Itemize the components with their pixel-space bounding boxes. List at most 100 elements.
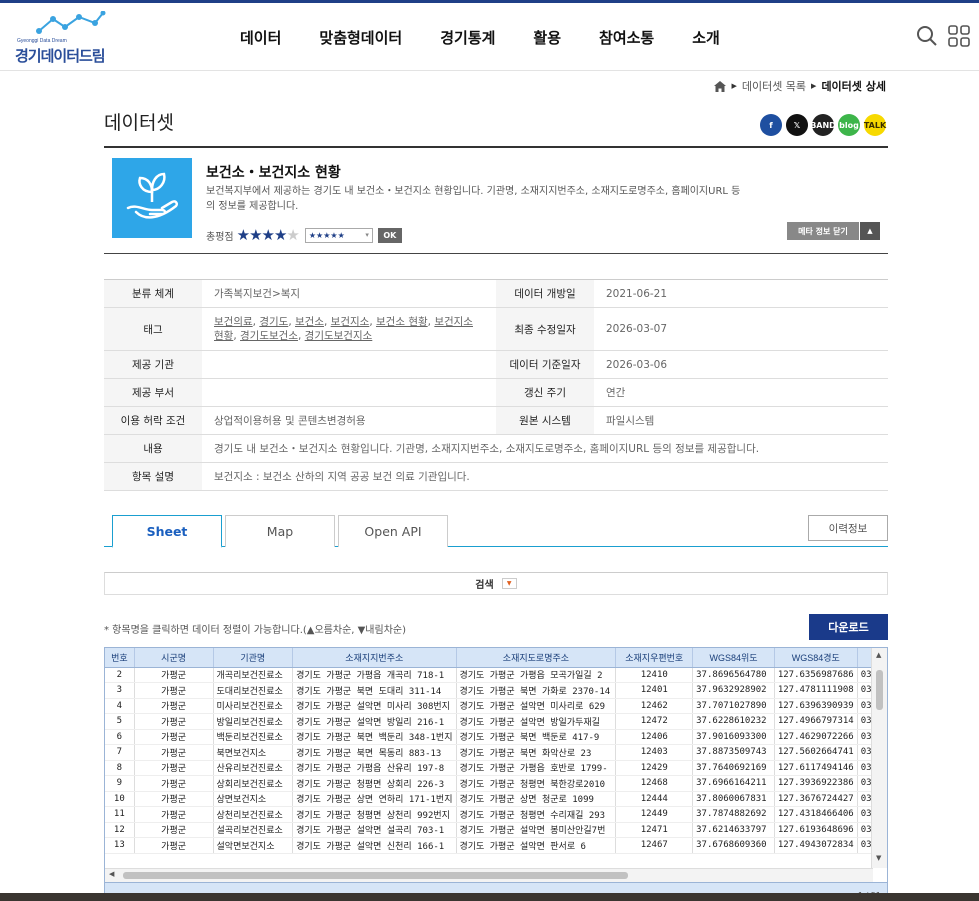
info-category: 가족복지보건>복지 <box>202 279 496 308</box>
table-row[interactable]: 7 가평군 북면보건지소 경기도 가평군 북면 목동리 883-13 경기도 가평군 북… <box>105 744 887 761</box>
grid-cell: 백둔리보건진료소 <box>213 729 294 745</box>
scroll-up-icon[interactable]: ▲ <box>876 651 881 659</box>
table-row[interactable]: 4 가평군 미사리보건진료소 경기도 가평군 설악면 미사리 308번지 경기도 가평군… <box>105 698 887 714</box>
menu-statistics[interactable]: 경기통계 <box>440 27 495 48</box>
star-icon: ★ <box>236 226 250 244</box>
info-header: 내용 <box>104 434 202 463</box>
scroll-thumb[interactable] <box>876 670 883 710</box>
tag-link[interactable]: 경기도 <box>259 316 288 328</box>
blog-icon[interactable]: blog <box>838 114 860 136</box>
grid-column-header[interactable]: 소재지도로명주소 <box>456 648 617 668</box>
grid-cell: 설곡리보건진료소 <box>213 822 294 838</box>
download-button[interactable]: 다운로드 <box>809 614 888 640</box>
grid-cell: 경기도 가평군 북면 가화로 2370-14 <box>456 682 617 699</box>
rating-ok-button[interactable]: OK <box>377 227 402 243</box>
table-row[interactable]: 2 가평군 개곡리보건진료소 경기도 가평군 가평읍 개곡리 718-1 경기도 가평군… <box>105 667 887 683</box>
info-header: 데이터 개방일 <box>496 279 594 308</box>
table-row[interactable]: 9 가평군 상회리보건진료소 경기도 가평군 청평면 상회리 226-3 경기도 가평군… <box>105 775 887 792</box>
tab-open-api[interactable]: Open API <box>338 515 448 547</box>
grid-cell: 37.6228610232 <box>692 713 775 730</box>
rating-row: 총평점 ★★★★★ ★★★★★ ▾ OK <box>206 226 402 244</box>
table-row[interactable]: 10 가평군 상면보건지소 경기도 가평군 상면 연하리 171-1번지 경기도 가평군… <box>105 791 887 807</box>
chevron-down-icon[interactable]: ▼ <box>501 578 517 589</box>
info-header: 갱신 주기 <box>496 378 594 407</box>
tag-link[interactable]: 경기도보건지소 <box>305 330 373 342</box>
history-button[interactable]: 이력정보 <box>808 515 888 541</box>
info-open-date: 2021-06-21 <box>594 279 888 308</box>
info-header: 제공 기관 <box>104 350 202 379</box>
grid-cell: 12 <box>105 822 135 838</box>
grid-cell: 경기도 가평군 가평읍 개곡리 718-1 <box>292 667 457 683</box>
kakaotalk-icon[interactable]: TALK <box>864 114 886 136</box>
table-row[interactable]: 3 가평군 도대리보건진료소 경기도 가평군 북면 도대리 311-14 경기도 가평군… <box>105 682 887 699</box>
grid-column-header[interactable]: 번호 <box>105 648 135 668</box>
scroll-down-icon[interactable]: ▼ <box>876 854 881 862</box>
grid-cell: 37.7071027890 <box>692 698 775 714</box>
table-row[interactable]: 12 가평군 설곡리보건진료소 경기도 가평군 설악면 설곡리 703-1 경기도 가평… <box>105 822 887 838</box>
logo-subtitle: Gyeonggi Data Dream <box>17 38 67 44</box>
scroll-thumb[interactable] <box>123 872 628 879</box>
info-update-cycle: 연간 <box>594 378 888 407</box>
grid-cell: 가평군 <box>134 667 214 683</box>
grid-cell: 가평군 <box>134 713 214 730</box>
menu-participation[interactable]: 참여소통 <box>599 27 654 48</box>
tag-link[interactable]: 경기도보건소 <box>240 330 298 342</box>
table-row[interactable]: 11 가평군 상천리보건진료소 경기도 가평군 청평면 상천리 992번지 경기도 가평… <box>105 806 887 823</box>
info-header: 데이터 기준일자 <box>496 350 594 379</box>
table-row[interactable]: 8 가평군 산유리보건진료소 경기도 가평군 가평읍 산유리 197-8 경기도 가평군… <box>105 760 887 776</box>
grid-column-header[interactable]: WGS84위도 <box>692 648 775 668</box>
breadcrumb: ▶ 데이터셋 목록 ▶ 데이터셋 상세 <box>714 78 886 94</box>
grid-cell: 가평군 <box>134 729 214 745</box>
menu-custom-data[interactable]: 맞춤형데이터 <box>319 27 402 48</box>
grid-cell: 12429 <box>615 760 694 776</box>
grid-cell: 상면보건지소 <box>213 791 294 807</box>
rating-label: 총평점 <box>206 231 234 243</box>
breadcrumb-dataset-list[interactable]: 데이터셋 목록 <box>742 78 806 94</box>
star-icon: ★ <box>273 226 287 244</box>
breadcrumb-separator-icon: ▶ <box>731 82 737 90</box>
tag-link[interactable]: 보건소 <box>295 316 324 328</box>
facebook-icon[interactable]: f <box>760 114 782 136</box>
tag-link[interactable]: 보건지소 <box>331 316 370 328</box>
grid-cell: 12444 <box>615 791 694 807</box>
site-logo[interactable]: Gyeonggi Data Dream 경기데이터드림 <box>15 11 115 65</box>
info-source-system: 파일시스템 <box>594 406 888 435</box>
rating-select-value: ★★★★★ <box>308 230 345 240</box>
tag-link[interactable]: 보건소 현황 <box>376 316 428 328</box>
chevron-up-icon[interactable]: ▲ <box>860 222 880 240</box>
tab-sheet[interactable]: Sheet <box>112 515 222 548</box>
menu-utilization[interactable]: 활용 <box>533 27 561 48</box>
horizontal-scrollbar[interactable]: ◀ <box>105 868 873 882</box>
grid-column-header[interactable]: 소재지우편번호 <box>615 648 694 668</box>
grid-cell: 12462 <box>615 698 694 714</box>
grid-cell: 경기도 가평군 청평면 수리재길 293 <box>456 806 617 823</box>
search-toggle-bar[interactable]: 검색 ▼ <box>104 572 888 595</box>
home-icon[interactable] <box>714 80 727 92</box>
meta-close-button[interactable]: 메타 정보 닫기 <box>787 222 859 240</box>
search-icon[interactable] <box>916 25 938 47</box>
tag-link[interactable]: 보건의료 <box>214 316 253 328</box>
x-icon[interactable]: 𝕏 <box>786 114 808 136</box>
table-row[interactable]: 5 가평군 방일리보건진료소 경기도 가평군 설악면 방일리 216-1 경기도 가평군… <box>105 713 887 730</box>
table-row[interactable]: 13 가평군 설악면보건지소 경기도 가평군 설악면 신천리 166-1 경기도 가평군… <box>105 837 887 854</box>
grid-column-header[interactable]: 시군명 <box>134 648 214 668</box>
grid-cell: 가평군 <box>134 698 214 714</box>
meta-toggle: 메타 정보 닫기 ▲ <box>787 222 880 240</box>
scroll-left-icon[interactable]: ◀ <box>109 870 114 878</box>
grid-column-header[interactable]: 소재지지번주소 <box>292 648 457 668</box>
sitemap-grid-icon[interactable] <box>948 25 970 47</box>
table-row[interactable]: 6 가평군 백둔리보건진료소 경기도 가평군 북면 백둔리 348-1번지 경기도 가평… <box>105 729 887 745</box>
grid-column-header[interactable]: 기관명 <box>213 648 294 668</box>
menu-about[interactable]: 소개 <box>692 27 720 48</box>
grid-cell: 37.9632928902 <box>692 682 775 699</box>
tab-map[interactable]: Map <box>225 515 335 547</box>
data-grid-table: 번호 시군명 기관명 소재지지번주소 소재지도로명주소 소재지우편번호 WGS84위도 WGS… <box>105 648 887 854</box>
grid-column-header[interactable]: WGS84경도 <box>774 648 858 668</box>
dataset-title: 보건소・보건지소 현황 <box>206 165 341 181</box>
grid-cell: 가평군 <box>134 837 214 854</box>
menu-data[interactable]: 데이터 <box>240 27 281 48</box>
band-icon[interactable]: BAND <box>810 114 836 136</box>
grid-cell: 127.6396390939 <box>774 698 858 714</box>
rating-select[interactable]: ★★★★★ ▾ <box>304 227 373 243</box>
vertical-scrollbar[interactable]: ▲ ▼ <box>871 648 887 868</box>
